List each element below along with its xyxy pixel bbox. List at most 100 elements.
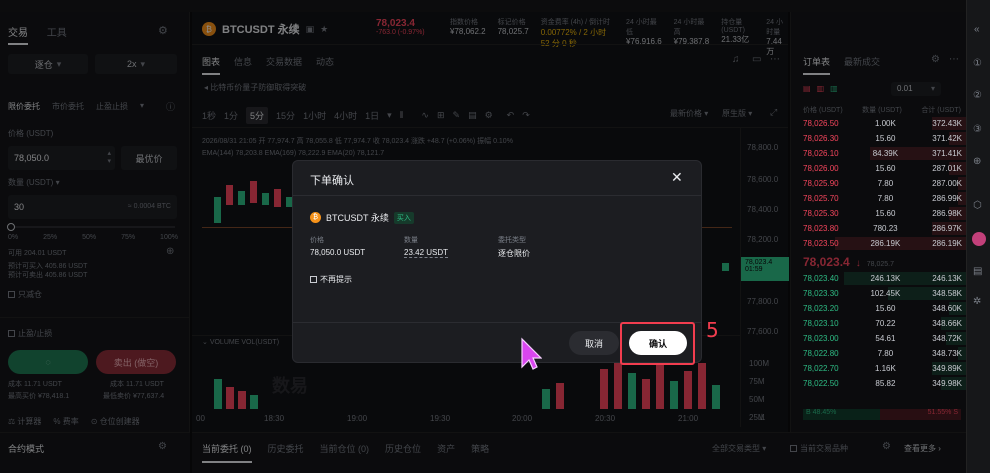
add-layout-icon[interactable]: ⊕ (973, 156, 981, 167)
row-quantity: 85.82 (875, 379, 896, 388)
row-total: 371.41K (932, 149, 962, 158)
quantity-value: 23.42 USDT (404, 248, 449, 258)
row-total: 287.00K (932, 179, 962, 188)
side-badge: 买入 (393, 211, 414, 224)
ask-row[interactable]: 78,025.30 15.60 286.98K (791, 206, 967, 221)
order-type-label: 委托类型 (498, 237, 526, 244)
row-price: 78,023.20 (803, 304, 839, 313)
ask-row[interactable]: 78,023.80 780.23 286.97K (791, 221, 967, 236)
step-number: 5 (706, 318, 719, 342)
bid-row[interactable]: 78,022.70 1.16K 349.89K (791, 361, 967, 376)
ask-row[interactable]: 78,025.90 7.80 287.00K (791, 176, 967, 191)
row-quantity: 102.45K (870, 289, 901, 298)
row-price: 78,023.50 (803, 239, 839, 248)
bid-row[interactable]: 78,023.10 70.22 348.66K (791, 316, 967, 331)
row-price: 78,026.50 (803, 119, 839, 128)
dialog-quantity: 数量 23.42 USDT (404, 235, 449, 258)
row-quantity: 7.80 (877, 179, 894, 188)
row-total: 348.60K (932, 304, 962, 313)
row-price: 78,022.70 (803, 364, 839, 373)
row-price: 78,022.50 (803, 379, 839, 388)
right-toolbar: « ① ② ③ ⊕ ⬡ ▤ ✲ (966, 0, 990, 473)
ask-row[interactable]: 78,023.50 286.19K 286.19K (791, 236, 967, 251)
shield-icon[interactable]: ⬡ (973, 200, 982, 211)
row-price: 78,023.00 (803, 334, 839, 343)
row-total: 348.66K (932, 319, 962, 328)
bid-row[interactable]: 78,022.50 85.82 349.98K (791, 376, 967, 391)
row-quantity: 1.16K (874, 364, 896, 373)
cancel-button[interactable]: 取消 (569, 331, 619, 355)
row-price: 78,023.40 (803, 274, 839, 283)
price-value: 78,050.0 USDT (310, 248, 366, 257)
row-total: 371.42K (932, 134, 962, 143)
row-quantity: 286.19K (870, 239, 901, 248)
layout-1-icon[interactable]: ① (973, 58, 982, 69)
row-price: 78,026.10 (803, 149, 839, 158)
dialog-symbol-row: ₿ BTCUSDT 永续 买入 (310, 211, 414, 224)
dialog-price: 价格 78,050.0 USDT (310, 235, 365, 257)
row-quantity: 70.22 (875, 319, 896, 328)
row-total: 246.13K (932, 274, 962, 283)
close-icon[interactable]: ✕ (671, 169, 683, 186)
ask-row[interactable]: 78,026.50 1.00K 372.43K (791, 116, 967, 131)
avatar[interactable] (972, 232, 986, 246)
row-quantity: 84.39K (872, 149, 899, 158)
row-total: 348.58K (932, 289, 962, 298)
row-total: 286.99K (932, 194, 962, 203)
row-quantity: 15.60 (875, 164, 896, 173)
row-price: 78,025.70 (803, 194, 839, 203)
row-quantity: 780.23 (873, 224, 898, 233)
dialog-title: 下单确认 (310, 175, 354, 187)
row-quantity: 15.60 (875, 134, 896, 143)
mouse-cursor-icon (521, 337, 542, 370)
row-quantity: 7.80 (877, 194, 894, 203)
divider (293, 195, 701, 196)
row-price: 78,023.30 (803, 289, 839, 298)
row-total: 348.72K (932, 334, 962, 343)
row-price: 78,025.90 (803, 179, 839, 188)
row-price: 78,025.30 (803, 209, 839, 218)
row-quantity: 1.00K (874, 119, 896, 128)
layout-2-icon[interactable]: ② (973, 90, 982, 101)
ask-row[interactable]: 78,025.70 7.80 286.99K (791, 191, 967, 206)
ask-row[interactable]: 78,026.30 15.60 371.42K (791, 131, 967, 146)
no-remind-label: 不再提示 (320, 275, 352, 284)
row-total: 349.98K (932, 379, 962, 388)
ask-list: 78,026.50 1.00K 372.43K 78,026.30 15.60 371.4… (791, 116, 967, 251)
row-quantity: 54.61 (875, 334, 896, 343)
order-type-value: 逐仓限价 (498, 249, 530, 258)
bid-row[interactable]: 78,023.20 15.60 348.60K (791, 301, 967, 316)
row-price: 78,022.80 (803, 349, 839, 358)
dialog-order-type: 委托类型 逐仓限价 (498, 235, 530, 259)
quantity-label: 数量 (404, 237, 418, 244)
row-price: 78,026.30 (803, 134, 839, 143)
row-total: 348.73K (932, 349, 962, 358)
row-quantity: 15.60 (875, 304, 896, 313)
bid-row[interactable]: 78,023.40 246.13K 246.13K (791, 271, 967, 286)
row-price: 78,026.00 (803, 164, 839, 173)
row-total: 349.89K (932, 364, 962, 373)
bitcoin-icon: ₿ (310, 212, 321, 223)
confirm-highlight-box (620, 322, 695, 365)
bid-row[interactable]: 78,023.00 54.61 348.72K (791, 331, 967, 346)
row-total: 372.43K (932, 119, 962, 128)
document-icon[interactable]: ▤ (973, 266, 982, 277)
price-label: 价格 (310, 237, 324, 244)
bid-list: 78,023.40 246.13K 246.13K 78,023.30 102.45K 3… (791, 271, 967, 391)
bid-row[interactable]: 78,023.30 102.45K 348.58K (791, 286, 967, 301)
ask-row[interactable]: 78,026.00 15.60 287.01K (791, 161, 967, 176)
bid-row[interactable]: 78,022.80 7.80 348.73K (791, 346, 967, 361)
ask-row[interactable]: 78,026.10 84.39K 371.41K (791, 146, 967, 161)
row-total: 286.98K (932, 209, 962, 218)
dialog-symbol: BTCUSDT 永续 (326, 213, 389, 223)
row-total: 286.19K (932, 239, 962, 248)
layout-3-icon[interactable]: ③ (973, 124, 982, 135)
row-quantity: 15.60 (875, 209, 896, 218)
row-quantity: 7.80 (877, 349, 894, 358)
row-price: 78,023.80 (803, 224, 839, 233)
settings-icon[interactable]: ✲ (973, 296, 981, 307)
no-remind-checkbox[interactable]: 不再提示 (310, 274, 352, 285)
row-price: 78,023.10 (803, 319, 839, 328)
row-total: 287.01K (932, 164, 962, 173)
collapse-icon[interactable]: « (974, 24, 980, 35)
